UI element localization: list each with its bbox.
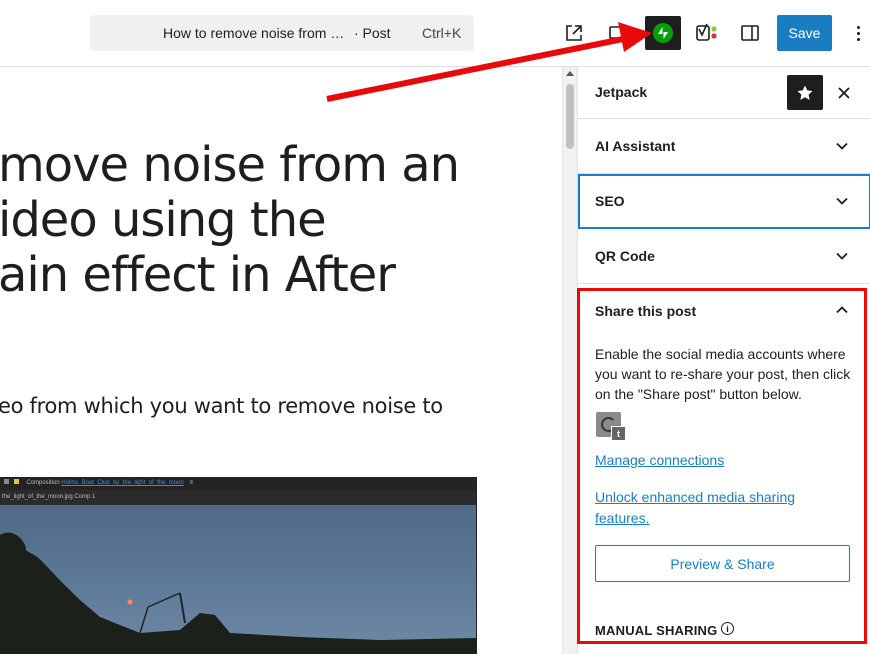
pin-sidebar-button[interactable] [787,75,823,110]
post-paragraph[interactable]: eo from which you want to remove noise t… [0,394,443,418]
tumblr-badge-icon: t [611,426,626,441]
chevron-down-icon [836,197,848,205]
ae-composition-label: Composition [26,480,60,486]
panel-ai-assistant[interactable]: AI Assistant [578,119,870,174]
canvas-scrollbar[interactable] [562,67,577,654]
panel-qr-code[interactable]: QR Code [578,229,870,284]
post-image[interactable]: Composition Holms_Boat_Club_by_the_light… [0,477,477,654]
editor-topbar: How to remove noise from … · Post Ctrl+K [0,0,870,67]
manual-sharing-heading: MANUAL SHARING [595,623,718,638]
scrollbar-thumb[interactable] [566,84,574,149]
close-sidebar-button[interactable] [831,80,857,106]
preview-device-button[interactable] [602,17,634,49]
panel-share-this-post[interactable]: Share this post [578,284,870,338]
post-title[interactable]: move noise from an ideo using the ain ef… [0,138,558,303]
panel-seo[interactable]: SEO [578,174,870,229]
preview-share-button[interactable]: Preview & Share [595,545,850,582]
jetpack-sidebar: Jetpack AI Assistant SEO QR Code Share t… [577,67,870,654]
more-options-icon[interactable] [848,20,868,46]
jetpack-icon [653,23,673,43]
sidebar-header: Jetpack [578,67,870,119]
yoast-seo-button[interactable] [691,17,723,49]
ae-composition-bar: Composition Holms_Boat_Club_by_the_light… [0,477,476,490]
chevron-down-icon [836,252,848,260]
star-icon [797,85,813,100]
share-description: Enable the social media accounts where y… [595,346,851,402]
sidebar-title: Jetpack [595,84,648,100]
settings-sidebar-button[interactable] [734,17,766,49]
unlock-sharing-link[interactable]: Unlock enhanced media sharing features. [595,487,825,529]
chevron-up-icon [836,306,848,314]
ae-composition-name: Holms_Boat_Club_by_the_light_of_the_moon [61,480,184,486]
command-post-title: How to remove noise from … [163,25,345,41]
scroll-up-arrow-icon[interactable] [566,71,574,76]
ae-comp-tab: the_light_of_the_moon.jpg Comp 1 [0,490,476,505]
desktop-icon [609,26,627,39]
command-post-type: · Post [354,25,391,41]
panel-label: SEO [595,193,625,209]
close-icon [838,87,850,99]
social-connection-avatar[interactable]: t [596,412,626,441]
panel-label: QR Code [595,248,655,264]
sidebar-toggle-icon [741,25,759,41]
view-post-button[interactable] [558,17,590,49]
info-icon[interactable]: i [721,622,734,635]
editor-canvas: move noise from an ideo using the ain ef… [0,67,562,654]
command-shortcut: Ctrl+K [422,25,462,41]
external-link-icon [566,25,582,41]
chevron-down-icon [836,142,848,150]
yoast-icon [696,23,717,41]
panel-label: AI Assistant [595,138,676,154]
panel-label: Share this post [595,303,697,319]
manage-connections-link[interactable]: Manage connections [595,452,724,468]
treeline-silhouette [0,532,476,654]
command-palette-button[interactable]: How to remove noise from … · Post Ctrl+K [90,15,474,51]
jetpack-button[interactable] [645,16,681,50]
save-button[interactable]: Save [777,15,832,51]
